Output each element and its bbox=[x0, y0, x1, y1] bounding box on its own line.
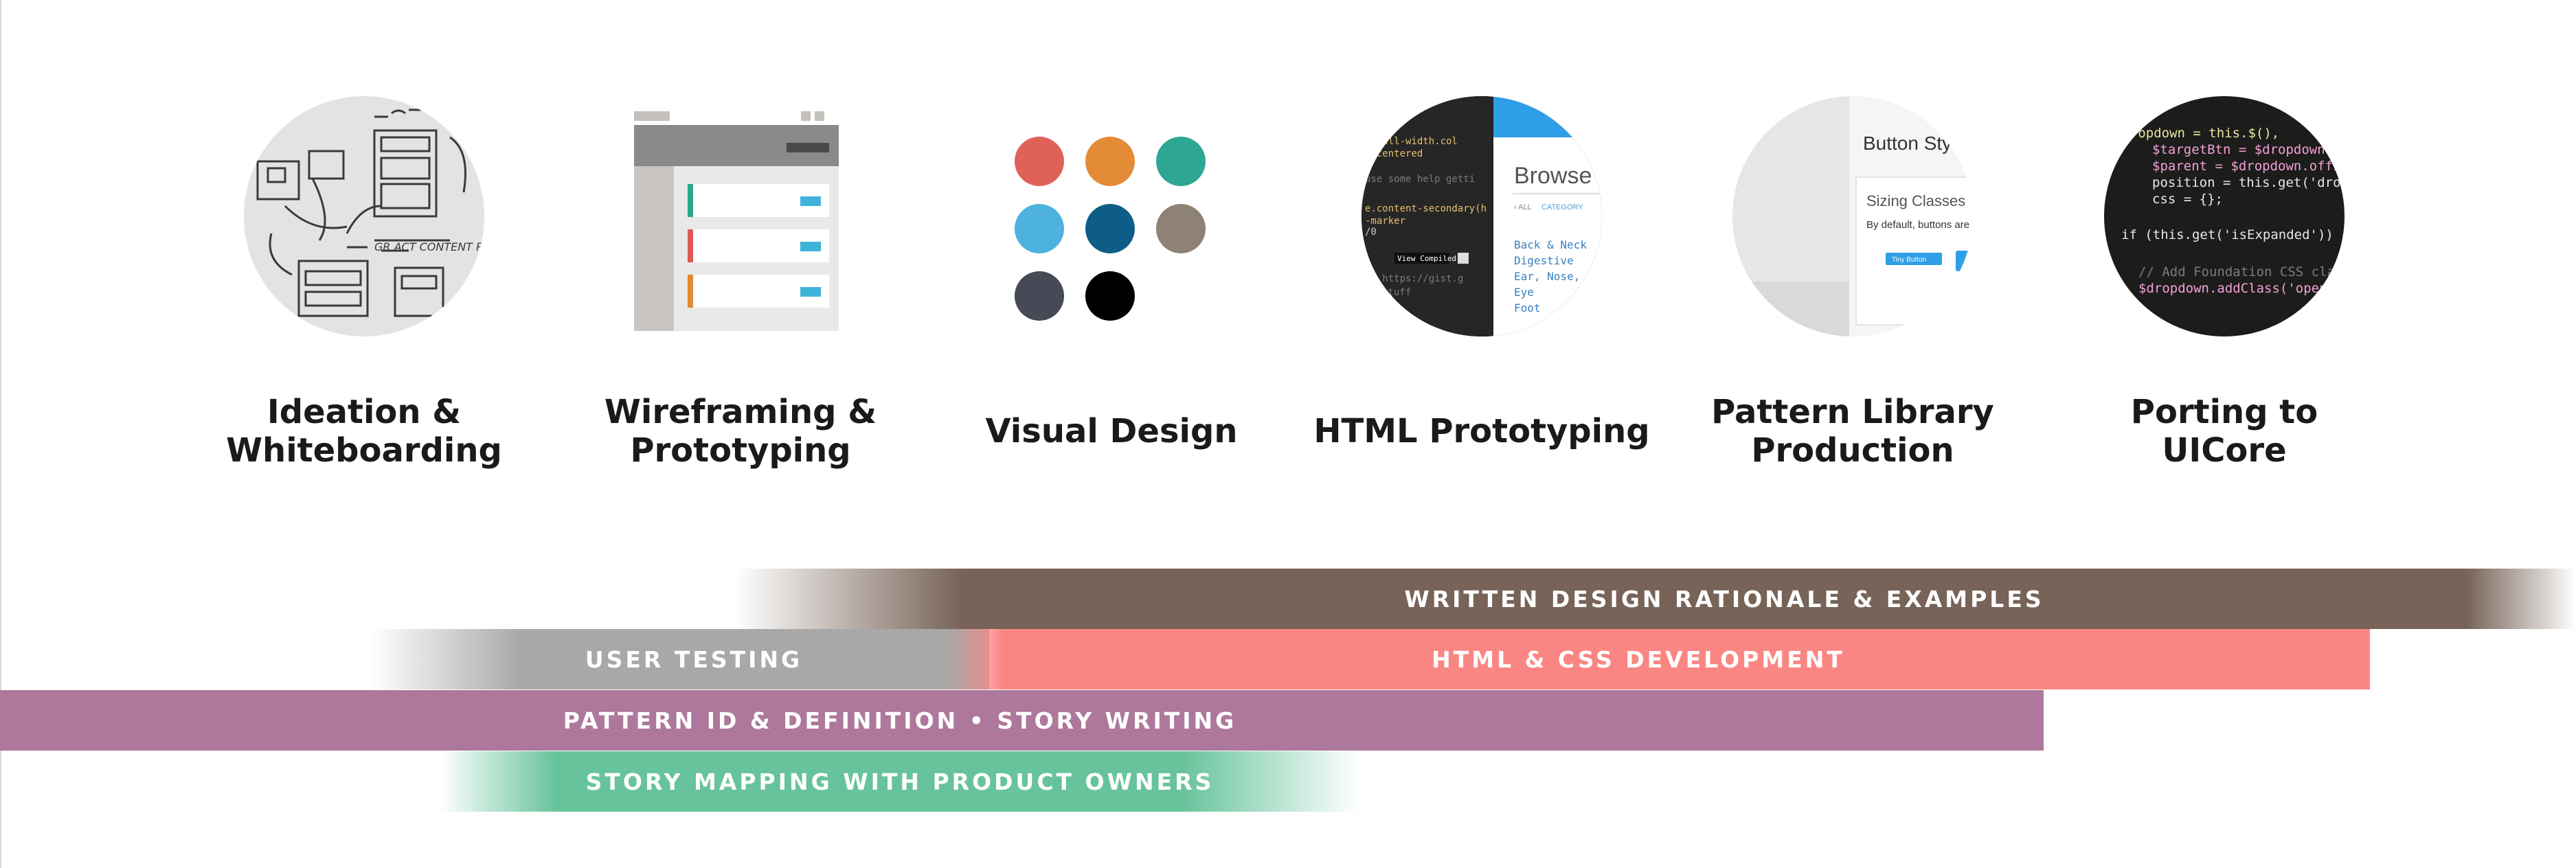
color-swatch bbox=[1015, 271, 1064, 321]
color-swatch bbox=[1085, 271, 1135, 321]
stage-label: Pattern Library Production bbox=[1711, 393, 1994, 470]
code-line: $parent = $dropdown.offse bbox=[2152, 159, 2345, 174]
stage-porting: $dropdown = this.$(), $targetBtn = $drop… bbox=[2032, 0, 2417, 522]
whiteboard-sketch-icon: GR ACT CONTENT PAGE bbox=[244, 96, 484, 336]
category-link: Eye bbox=[1514, 286, 1534, 299]
color-swatch bbox=[1156, 137, 1206, 186]
stage-ideation: GR ACT CONTENT PAGE Ideation & Whiteboar… bbox=[172, 0, 556, 522]
band-label: USER TESTING bbox=[585, 646, 803, 673]
band-label: PATTERN ID & DEFINITION • STORY WRITING bbox=[563, 707, 1237, 734]
category-link: Foot bbox=[1514, 301, 1541, 315]
code-line: $dropdown.addClass('open bbox=[2138, 281, 2327, 296]
stage-wireframing: Wireframing & Prototyping bbox=[548, 0, 933, 522]
band-story-mapping: STORY MAPPING WITH PRODUCT OWNERS bbox=[440, 751, 1360, 812]
svg-text:‹ ALL: ‹ ALL bbox=[1514, 203, 1532, 212]
color-swatch bbox=[1085, 204, 1135, 253]
code-line: e.content-secondary(h bbox=[1365, 203, 1487, 214]
code-line: use some help getti bbox=[1365, 174, 1475, 185]
code-line: l-centered bbox=[1365, 148, 1423, 159]
svg-text:GR ACT CONTENT PAGE: GR ACT CONTENT PAGE bbox=[374, 240, 484, 253]
stage-label: Visual Design bbox=[985, 412, 1238, 451]
code-line: if (this.get('isExpanded')) { bbox=[2121, 227, 2345, 242]
code-line: -marker bbox=[1365, 216, 1405, 227]
color-swatch bbox=[1085, 137, 1135, 186]
code-line: css = {}; bbox=[2152, 192, 2223, 207]
browse-heading: Browse bbox=[1514, 163, 1592, 189]
html-prototype-screenshot-icon: e.full-width.col l-centered use some hel… bbox=[1362, 96, 1602, 336]
category-link: Digestive bbox=[1514, 254, 1574, 267]
category-link: Ear, Nose, and bbox=[1514, 270, 1602, 283]
code-screenshot-icon: $dropdown = this.$(), $targetBtn = $drop… bbox=[2104, 96, 2345, 336]
band-pattern-id-story-writing: PATTERN ID & DEFINITION • STORY WRITING bbox=[0, 690, 2044, 751]
code-line: position = this.get('drop bbox=[2152, 175, 2345, 190]
view-compiled-button: View Compiled bbox=[1397, 254, 1456, 263]
button-style-heading: Button Style bbox=[1863, 133, 1967, 154]
stage-label: Ideation & Whiteboarding bbox=[226, 393, 502, 470]
code-line: $dropdown = this.$(), bbox=[2114, 126, 2279, 141]
band-label: WRITTEN DESIGN RATIONALE & EXAMPLES bbox=[1404, 585, 2044, 613]
color-swatch bbox=[1156, 204, 1206, 253]
stage-visual-design: Visual Design bbox=[919, 0, 1304, 522]
band-user-testing: USER TESTING bbox=[371, 629, 989, 689]
tiny-button: Tiny Button bbox=[1892, 256, 1926, 264]
color-swatch bbox=[1015, 137, 1064, 186]
category-link: Back & Neck bbox=[1514, 238, 1587, 251]
band-written-design-rationale: WRITTEN DESIGN RATIONALE & EXAMPLES bbox=[735, 569, 2576, 629]
code-line: stuff bbox=[1382, 287, 1411, 298]
code-line: s: https://gist.g bbox=[1365, 273, 1463, 284]
sizing-description: By default, buttons are bbox=[1866, 219, 1969, 231]
stage-pattern-library: Button Style Sizing Classes By default, … bbox=[1660, 0, 2045, 522]
code-line: e.full-width.col bbox=[1365, 136, 1458, 147]
stage-html-prototyping: e.full-width.col l-centered use some hel… bbox=[1289, 0, 1674, 522]
sizing-classes-heading: Sizing Classes bbox=[1866, 192, 1965, 209]
band-label: STORY MAPPING WITH PRODUCT OWNERS bbox=[585, 768, 1214, 795]
band-html-css-development: HTML & CSS DEVELOPMENT bbox=[948, 629, 2370, 689]
code-line: $targetBtn = $dropdown.p bbox=[2152, 142, 2341, 157]
stage-label: HTML Prototyping bbox=[1313, 412, 1650, 451]
svg-text:CATEGORY: CATEGORY bbox=[1541, 203, 1583, 212]
stage-label: Porting to UICore bbox=[2130, 393, 2318, 470]
color-swatch-icon bbox=[1015, 137, 1206, 321]
code-line: /0 bbox=[1365, 227, 1377, 238]
code-line: // Add Foundation CSS cla bbox=[2138, 264, 2335, 279]
stage-label: Wireframing & Prototyping bbox=[604, 393, 877, 470]
band-label: HTML & CSS DEVELOPMENT bbox=[1432, 646, 1845, 673]
pattern-library-screenshot-icon: Button Style Sizing Classes By default, … bbox=[1732, 96, 1973, 336]
wireframe-icon bbox=[634, 111, 839, 331]
color-swatch bbox=[1015, 204, 1064, 253]
